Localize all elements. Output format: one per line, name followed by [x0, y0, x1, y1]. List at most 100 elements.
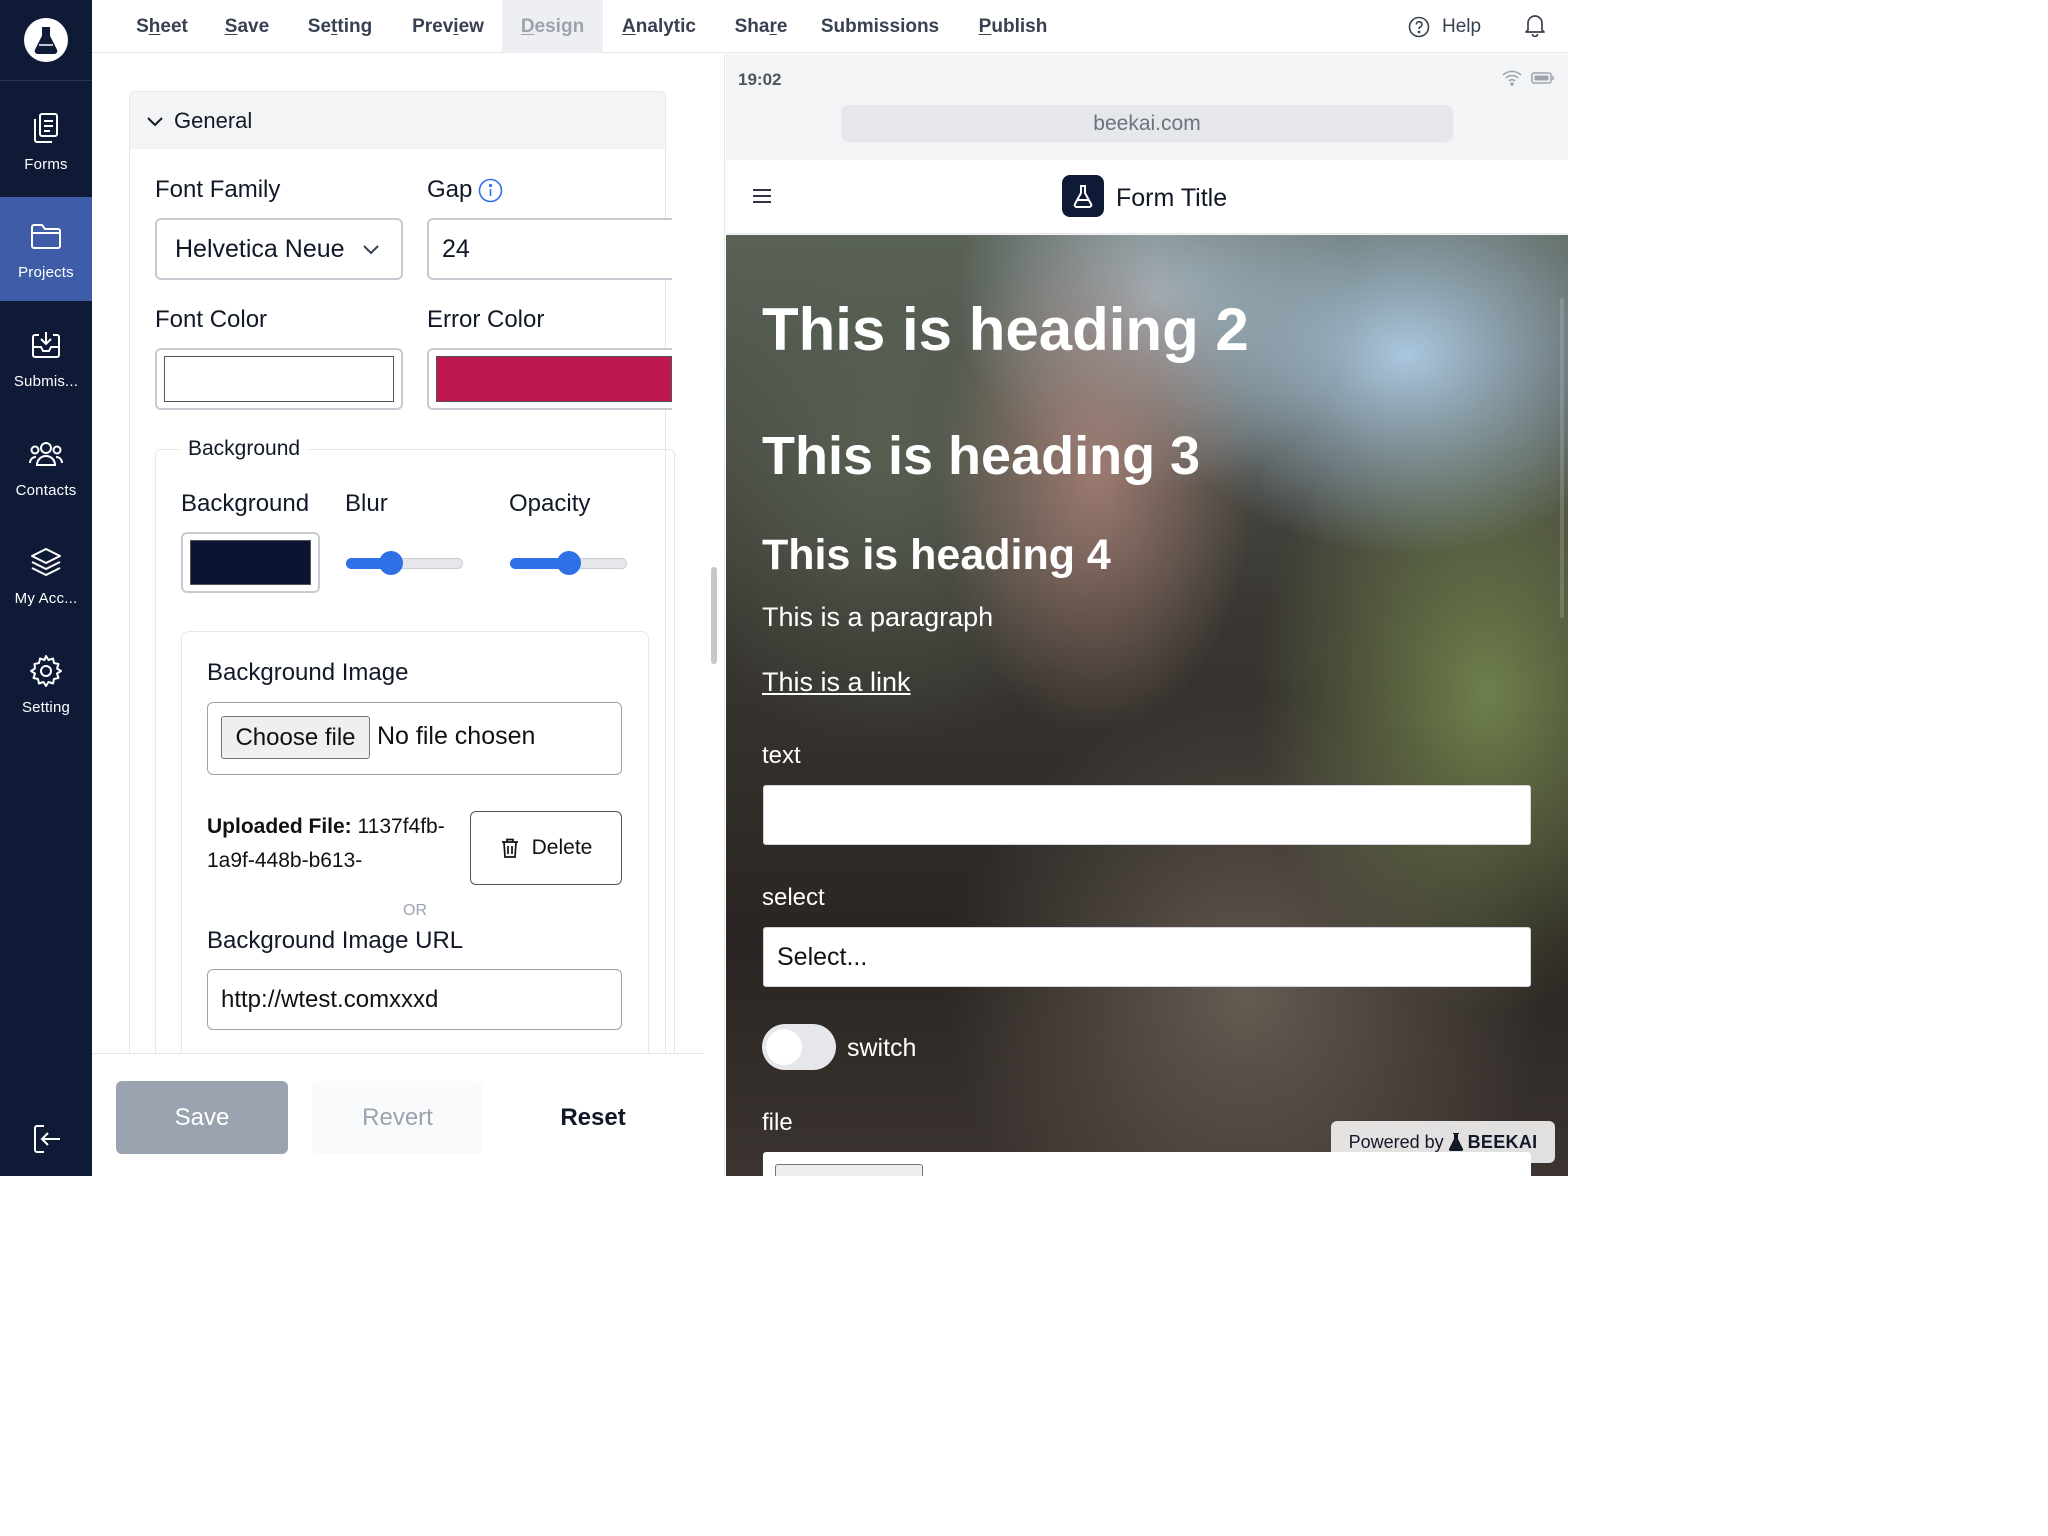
menu-share[interactable]: Sha r e — [724, 0, 798, 53]
preview-scrollbar[interactable] — [1560, 298, 1564, 618]
background-color-picker[interactable] — [181, 532, 320, 593]
slider-thumb[interactable] — [379, 551, 404, 575]
menu-submissions[interactable]: Submissions — [816, 0, 944, 53]
heading-4: This is heading 4 — [762, 531, 1111, 579]
url-text: beekai.com — [1093, 111, 1201, 135]
gap-label-group: Gap — [427, 176, 503, 204]
uploaded-file-label: Uploaded File: — [207, 815, 352, 838]
sidebar-item-forms[interactable]: Forms — [0, 89, 92, 193]
design-editor-panel: General Font Family Helvetica Neue Gap 2… — [92, 54, 704, 1054]
logout-icon — [34, 1125, 60, 1153]
sidebar-item-projects[interactable]: Projects — [0, 197, 92, 301]
save-button[interactable]: Save — [116, 1081, 288, 1154]
top-menu-bar: Sh eet Save Se t ting Prev i ew Design Analyt… — [92, 0, 1568, 53]
general-section-toggle[interactable]: General — [130, 92, 665, 149]
help-icon — [1408, 16, 1430, 37]
menu-sheet[interactable]: Sh eet — [122, 0, 202, 53]
sidebar-item-setting[interactable]: Setting — [0, 632, 92, 736]
background-image-file-input[interactable]: Choose file No file chosen — [207, 702, 622, 775]
switch-toggle[interactable] — [762, 1024, 836, 1070]
logout-button[interactable] — [30, 1122, 64, 1156]
panel-splitter — [704, 54, 725, 1176]
slider-thumb[interactable] — [556, 551, 581, 575]
inbox-icon — [28, 327, 64, 363]
menu-publish[interactable]: Publish — [970, 0, 1056, 53]
error-color-picker[interactable] — [427, 348, 672, 410]
revert-button[interactable]: Revert — [312, 1081, 483, 1154]
select-placeholder: Select... — [777, 942, 868, 971]
powered-by-text: Powered by — [1348, 1131, 1444, 1152]
menu-preview[interactable]: Prev i ew — [400, 0, 496, 53]
menu-design[interactable]: Design — [502, 0, 603, 53]
text-input[interactable] — [763, 785, 1531, 845]
status-icons — [1502, 70, 1554, 86]
sidebar-item-label: Contacts — [15, 481, 77, 499]
paragraph: This is a paragraph — [762, 602, 994, 632]
background-image-url-input[interactable]: http://wtest.comxxxd — [207, 969, 622, 1030]
font-color-picker[interactable] — [155, 348, 403, 410]
menu-icon[interactable] — [752, 186, 772, 206]
switch-knob — [766, 1029, 802, 1065]
gear-icon — [28, 653, 64, 689]
sidebar-item-label: Submis... — [13, 372, 79, 390]
font-color-label: Font Color — [155, 306, 268, 333]
powered-by-badge[interactable]: Powered by BEEKAI — [1331, 1121, 1555, 1163]
gap-label: Gap — [427, 176, 473, 203]
or-divider: OR — [403, 902, 427, 919]
delete-file-button[interactable]: Delete — [470, 811, 622, 885]
info-icon[interactable] — [478, 178, 503, 203]
sidebar-item-label: My Acc... — [14, 589, 78, 607]
font-family-label: Font Family — [155, 176, 281, 203]
opacity-label: Opacity — [509, 490, 591, 517]
background-image-card: Background Image Choose file No file cho… — [181, 631, 649, 1054]
opacity-slider[interactable] — [510, 551, 627, 575]
font-color-swatch — [164, 356, 394, 402]
background-image-url-value: http://wtest.comxxxd — [221, 985, 439, 1013]
text-field-label: text — [762, 742, 801, 769]
section-title: General — [174, 107, 253, 133]
no-file-text: No file chosen — [377, 722, 536, 750]
mobile-preview: 19:02 beekai.com Form Title This is head… — [726, 54, 1568, 1176]
sidebar-item-label: Setting — [21, 698, 71, 716]
background-legend: Background — [180, 437, 309, 461]
layers-icon — [28, 544, 64, 580]
switch-label: switch — [847, 1034, 917, 1062]
flask-icon — [1448, 1133, 1463, 1151]
form-canvas: This is heading 2 This is heading 3 This… — [726, 235, 1568, 1176]
help-button[interactable]: Help — [1408, 0, 1481, 53]
notifications-button[interactable] — [1524, 13, 1550, 39]
blur-slider[interactable] — [346, 551, 463, 575]
sample-link[interactable]: This is a link — [762, 667, 911, 698]
folder-icon — [28, 218, 64, 254]
splitter-handle[interactable] — [711, 567, 717, 664]
select-input[interactable]: Select... — [763, 927, 1531, 987]
app-logo[interactable] — [24, 18, 68, 62]
form-header: Form Title — [726, 160, 1568, 234]
gap-input[interactable]: 24 — [427, 218, 672, 280]
wifi-icon — [1502, 70, 1522, 86]
battery-icon — [1531, 72, 1554, 84]
brand-name: BEEKAI — [1467, 1131, 1538, 1152]
sidebar-item-my-account[interactable]: My Acc... — [0, 523, 92, 627]
trash-icon — [501, 838, 518, 858]
chevron-down-icon — [363, 245, 379, 255]
heading-2: This is heading 2 — [762, 296, 1249, 363]
chevron-down-icon — [147, 116, 163, 126]
address-bar[interactable]: beekai.com — [841, 105, 1453, 142]
forms-icon — [28, 110, 64, 146]
background-image-url-label: Background Image URL — [207, 927, 464, 954]
sidebar: Forms Projects Submis... Contacts My Acc… — [0, 0, 92, 1176]
menu-save[interactable]: Save — [214, 0, 280, 53]
font-family-select[interactable]: Helvetica Neue — [155, 218, 403, 280]
form-logo — [1062, 175, 1104, 217]
menu-analytic[interactable]: Analytic — [612, 0, 706, 53]
reset-button[interactable]: Reset — [508, 1081, 678, 1154]
sidebar-item-submissions[interactable]: Submis... — [0, 306, 92, 410]
choose-file-button[interactable]: Choose file — [221, 716, 370, 759]
menu-setting[interactable]: Se t ting — [298, 0, 382, 53]
contacts-icon — [28, 436, 64, 472]
form-title: Form Title — [1116, 184, 1228, 212]
sidebar-divider — [0, 80, 92, 81]
sidebar-item-contacts[interactable]: Contacts — [0, 415, 92, 519]
file-choose-button[interactable] — [775, 1164, 923, 1176]
